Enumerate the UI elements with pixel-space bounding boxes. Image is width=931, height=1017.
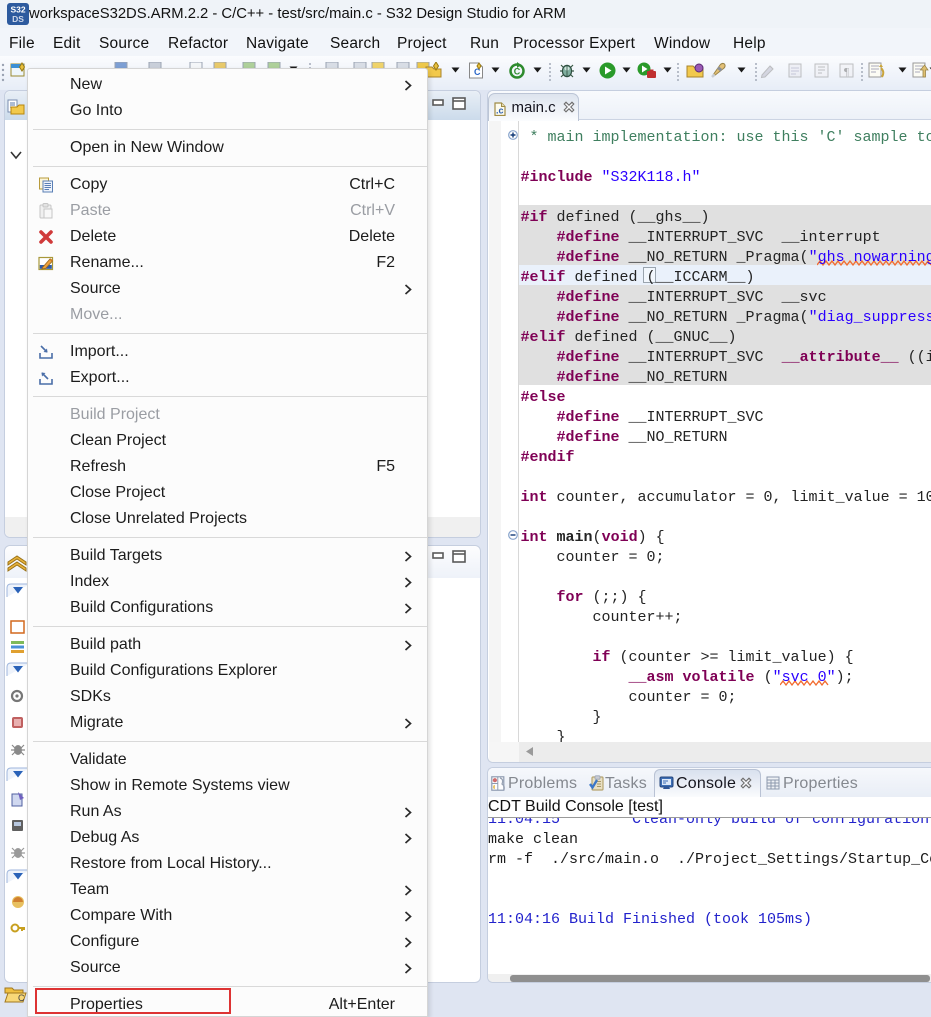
svg-text:DS: DS — [12, 14, 24, 24]
svg-text:¶: ¶ — [844, 66, 849, 78]
svg-text:C: C — [18, 993, 25, 1003]
svg-text:S32: S32 — [10, 5, 25, 15]
svg-text:.c: .c — [496, 106, 504, 116]
svg-text:C: C — [474, 67, 481, 77]
svg-text:C: C — [514, 67, 521, 77]
